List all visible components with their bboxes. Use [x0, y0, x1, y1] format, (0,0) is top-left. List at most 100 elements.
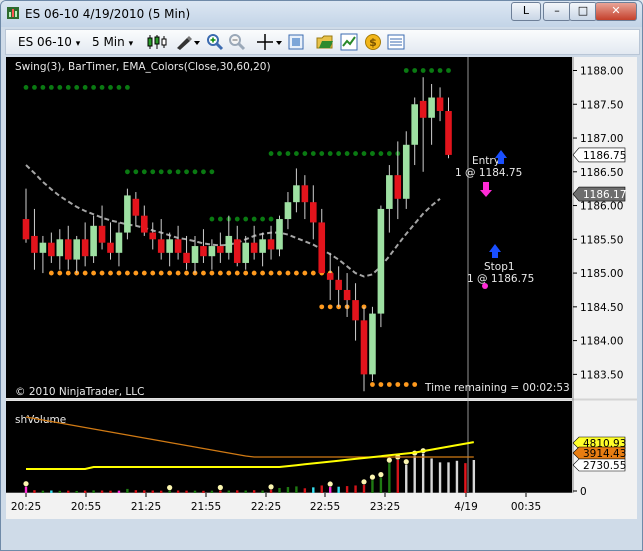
entry-qty: 1 @ 1184.75 — [455, 167, 522, 179]
draw-pen-icon[interactable] — [174, 33, 202, 51]
price-tick-label: 1185.50 — [580, 234, 623, 246]
candle-body — [242, 242, 249, 263]
volume-marker-label: 3914.43 — [583, 448, 626, 460]
swing-low-dot — [403, 382, 409, 387]
candle-body — [132, 198, 140, 216]
swing-high-dot — [91, 84, 96, 90]
candles-icon[interactable] — [146, 33, 168, 51]
candle-body — [386, 175, 393, 209]
swing-low-dot — [386, 382, 392, 387]
title-bar[interactable]: ES 06-10 4/19/2010 (5 Min) L – □ ✕ — [1, 1, 642, 27]
volume-spike-dot — [386, 457, 392, 463]
swing-low-dot — [310, 270, 316, 276]
candle-body — [445, 111, 452, 155]
coin-icon[interactable]: $ — [364, 33, 382, 51]
zoom-in-icon[interactable] — [206, 33, 224, 51]
swing-low-dot — [217, 270, 223, 276]
swing-low-dot — [412, 382, 418, 387]
minimize-button[interactable]: – — [543, 2, 571, 21]
swing-high-dot — [420, 68, 426, 73]
chevron-down-icon: ▾ — [128, 39, 134, 49]
swing-high-dot — [260, 216, 265, 222]
swing-high-dot — [201, 169, 206, 175]
instrument-selector[interactable]: ES 06-10 ▾ — [18, 33, 80, 51]
swing-low-dot — [150, 270, 156, 276]
swing-low-dot — [294, 270, 299, 276]
candle-body — [56, 239, 64, 257]
properties-icon[interactable] — [287, 33, 305, 51]
candle-body — [183, 252, 190, 263]
swing-high-dot — [243, 216, 249, 222]
swing-low-dot — [268, 270, 274, 276]
close-button[interactable]: ✕ — [595, 2, 637, 21]
stop-qty: 1 @ 1186.75 — [467, 273, 534, 285]
price-tick-label: 1187.00 — [580, 133, 623, 145]
price-tick-label: 1184.00 — [580, 336, 623, 348]
swing-low-dot — [184, 270, 189, 276]
swing-high-dot — [65, 84, 71, 90]
candle-body — [225, 235, 233, 253]
candle-body — [48, 242, 55, 257]
chart-window: ES 06-10 4/19/2010 (5 Min) L – □ ✕ ES 06… — [0, 0, 643, 551]
zoom-out-icon[interactable] — [228, 33, 246, 51]
swing-high-dot — [150, 169, 156, 175]
indicator-list: Swing(3), BarTimer, EMA_Colors(Close,30,… — [15, 61, 271, 73]
price-chart[interactable]: 1188.00 1187.50 1187.00 1186.50 1186.00 1185.… — [6, 57, 637, 519]
candle-body — [166, 239, 173, 253]
candle-body — [301, 185, 309, 203]
candle-bar — [124, 188, 131, 240]
candle-body — [402, 144, 410, 199]
swing-low-dot — [285, 270, 291, 276]
price-tick-label: 1187.50 — [580, 99, 623, 111]
volume-spike-dot — [369, 474, 376, 480]
swing-high-dot — [268, 151, 274, 156]
data-box-icon[interactable] — [387, 33, 405, 51]
interval-selector[interactable]: 5 Min ▾ — [92, 33, 133, 51]
folder-icon[interactable] — [316, 33, 334, 51]
time-tick-label: 21:55 — [191, 501, 221, 513]
chart-trader-icon[interactable] — [340, 33, 358, 51]
swing-low-dot — [260, 270, 265, 276]
candle-body — [174, 239, 182, 253]
swing-high-dot — [302, 151, 308, 156]
candle-body — [157, 239, 165, 253]
candle-body — [377, 208, 385, 314]
swing-high-dot — [429, 68, 434, 73]
candle-body — [360, 320, 368, 375]
swing-high-dot — [412, 68, 418, 73]
window-title: ES 06-10 4/19/2010 (5 Min) — [25, 7, 191, 21]
swing-low-dot — [209, 270, 215, 276]
candle-body — [411, 104, 418, 145]
swing-high-dot — [378, 151, 384, 156]
swing-high-dot — [386, 151, 392, 156]
swing-high-dot — [125, 169, 130, 175]
candle-body — [98, 225, 106, 243]
candle-body — [115, 232, 123, 253]
swing-high-dot — [268, 216, 274, 222]
candle-body — [141, 215, 148, 233]
swing-low-dot — [125, 270, 130, 276]
swing-high-dot — [344, 151, 350, 156]
swing-low-dot — [65, 270, 71, 276]
swing-high-dot — [370, 151, 375, 156]
crosshair-icon[interactable] — [255, 33, 283, 51]
swing-high-dot — [116, 84, 122, 90]
volume-spike-dot — [378, 472, 384, 478]
swing-low-dot — [319, 304, 325, 310]
swing-low-dot — [133, 270, 139, 276]
swing-high-dot — [184, 169, 189, 175]
candle-body — [259, 239, 266, 253]
svg-text:$: $ — [369, 36, 377, 49]
candle-body — [343, 289, 351, 301]
swing-low-dot — [234, 270, 240, 276]
swing-low-dot — [378, 382, 384, 387]
volume-spike-dot — [361, 479, 367, 485]
price-tick-label: 1185.00 — [580, 268, 623, 280]
link-button[interactable]: L — [511, 2, 541, 21]
swing-high-dot — [23, 84, 29, 90]
time-tick-label: 22:55 — [310, 501, 340, 513]
swing-high-dot — [125, 84, 130, 90]
chart-toolbar: ES 06-10 ▾ 5 Min ▾ $ — [5, 29, 640, 55]
swing-high-dot — [209, 216, 215, 222]
maximize-button[interactable]: □ — [569, 2, 597, 21]
